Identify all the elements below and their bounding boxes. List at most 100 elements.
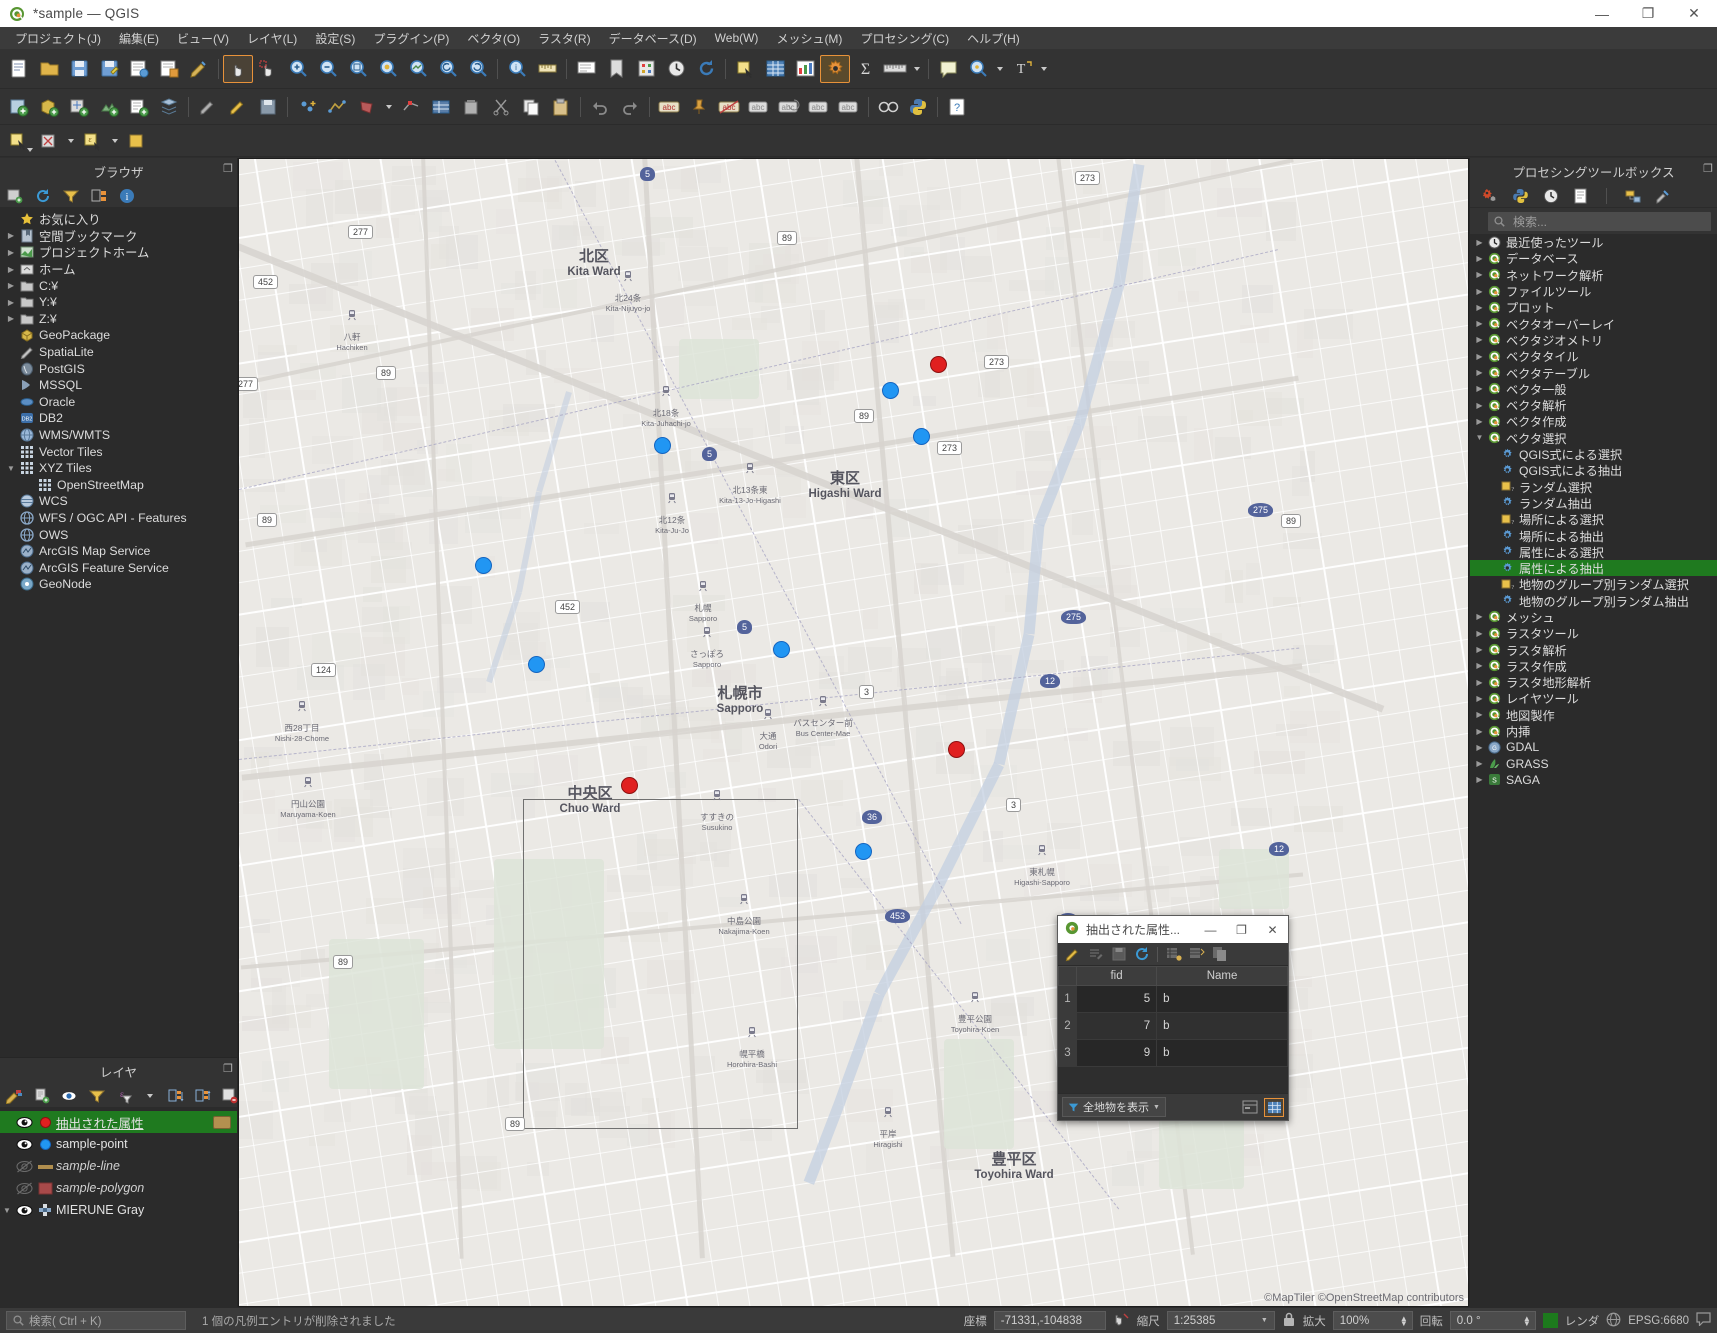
form-view-icon[interactable]: [1240, 1098, 1260, 1117]
table-row[interactable]: 15b: [1058, 985, 1288, 1013]
messages-icon[interactable]: [1696, 1312, 1711, 1329]
collapse-all-icon[interactable]: [195, 1087, 211, 1104]
invert-selection-icon[interactable]: [1186, 945, 1207, 964]
menu-item-0[interactable]: プロジェクト(J): [6, 28, 110, 49]
label-properties-button[interactable]: abc: [834, 93, 864, 121]
processing-item-23[interactable]: ▶ メッシュ: [1470, 609, 1717, 625]
browser-item-17[interactable]: WCS: [0, 493, 237, 510]
browser-item-10[interactable]: MSSQL: [0, 377, 237, 394]
processing-item-20[interactable]: 属性による抽出: [1470, 559, 1717, 577]
map-point-extracted-feature[interactable]: [948, 741, 965, 758]
history-icon[interactable]: [1542, 187, 1559, 204]
attribute-table-dialog[interactable]: 抽出された属性... — ❐ ✕ fid Name 15b27b39b 全地物を…: [1057, 915, 1289, 1121]
processing-item-4[interactable]: ▶ プロット: [1470, 299, 1717, 315]
map-point-extracted-feature[interactable]: [930, 356, 947, 373]
visibility-unchecked-icon[interactable]: [14, 1182, 34, 1195]
cell-name[interactable]: b: [1156, 985, 1288, 1013]
visibility-checked-icon[interactable]: [14, 1116, 34, 1129]
text-annotation-button[interactable]: [933, 55, 963, 83]
zoom-next-button[interactable]: [463, 55, 493, 83]
chevron-down-icon[interactable]: ▼: [1473, 433, 1486, 442]
scale-combobox[interactable]: 1:25385 ▼: [1166, 1311, 1275, 1330]
new-project-button[interactable]: [4, 55, 34, 83]
cell-fid[interactable]: 5: [1075, 985, 1158, 1013]
chevron-right-icon[interactable]: ▶: [1473, 645, 1486, 654]
toggle-editing-button[interactable]: [223, 93, 253, 121]
browser-item-16[interactable]: OpenStreetMap: [0, 477, 237, 494]
menu-item-11[interactable]: プロセシング(C): [851, 28, 958, 49]
menu-item-6[interactable]: ベクタ(O): [458, 28, 529, 49]
processing-item-12[interactable]: ▼ ベクタ選択: [1470, 430, 1717, 446]
processing-item-13[interactable]: QGIS式による選択: [1470, 446, 1717, 462]
map-canvas-container[interactable]: 札幌市 Sapporo 東区 Higashi Ward 北区 Kita Ward 中央区 Ch…: [238, 158, 1469, 1307]
redo-button[interactable]: [615, 93, 645, 121]
browser-item-8[interactable]: SpatiaLite: [0, 344, 237, 361]
processing-item-19[interactable]: 属性による選択: [1470, 544, 1717, 560]
processing-item-6[interactable]: ▶ ベクタジオメトリ: [1470, 332, 1717, 348]
browser-item-20[interactable]: ArcGIS Map Service: [0, 543, 237, 560]
chevron-right-icon[interactable]: ▶: [1473, 694, 1486, 703]
browser-tree[interactable]: お気に入り ▶ 空間ブックマーク ▶ プロジェクトホーム ▶ ホーム ▶ C:¥ ▶ Y:¥ ▶ Z:¥…: [0, 208, 237, 1057]
rotate-label-button[interactable]: abc: [774, 93, 804, 121]
processing-item-27[interactable]: ▶ ラスタ地形解析: [1470, 674, 1717, 690]
visibility-unchecked-icon[interactable]: [14, 1160, 34, 1173]
identify-features-button[interactable]: i: [502, 55, 532, 83]
attr-maximize-button[interactable]: ❐: [1226, 916, 1257, 943]
browser-item-5[interactable]: ▶ Y:¥: [0, 294, 237, 311]
expression-filter-icon[interactable]: ε: [116, 1087, 132, 1104]
toggle-extents-icon[interactable]: [1113, 1312, 1130, 1330]
chevron-right-icon[interactable]: ▶: [4, 298, 18, 307]
browser-item-3[interactable]: ▶ ホーム: [0, 261, 237, 278]
processing-item-9[interactable]: ▶ ベクタ一般: [1470, 381, 1717, 397]
add-group-icon[interactable]: [34, 1087, 50, 1104]
open-project-button[interactable]: [34, 55, 64, 83]
map-point-sample-point[interactable]: [475, 557, 492, 574]
row-index[interactable]: 2: [1058, 1012, 1077, 1040]
processing-item-32[interactable]: ▶ GRASS: [1470, 756, 1717, 772]
add-raster-layer-button[interactable]: [94, 93, 124, 121]
chevron-right-icon[interactable]: ▶: [1473, 629, 1486, 638]
layer-item-0[interactable]: 抽出された属性: [0, 1111, 237, 1133]
select-all-icon[interactable]: [1163, 945, 1184, 964]
show-bookmarks-button[interactable]: [631, 55, 661, 83]
browser-item-9[interactable]: PostGIS: [0, 360, 237, 377]
cell-fid[interactable]: 9: [1075, 1039, 1158, 1067]
change-label-button[interactable]: abc: [804, 93, 834, 121]
edit-model-icon[interactable]: [1624, 187, 1641, 204]
chevron-down-icon[interactable]: ▼: [1261, 1317, 1268, 1324]
render-checkbox[interactable]: [1542, 1313, 1558, 1328]
delete-selected-button[interactable]: [456, 93, 486, 121]
chevron-right-icon[interactable]: ▶: [1473, 319, 1486, 328]
maximize-button[interactable]: ❐: [1625, 0, 1671, 27]
spinner-arrows-icon[interactable]: ▲ ▼: [1523, 1314, 1531, 1327]
processing-item-15[interactable]: ? ランダム選択: [1470, 478, 1717, 495]
visibility-checked-icon[interactable]: [14, 1204, 34, 1217]
chevron-right-icon[interactable]: ▶: [1473, 254, 1486, 263]
chevron-right-icon[interactable]: ▶: [1473, 287, 1486, 296]
summary-sigma-button[interactable]: Σ: [850, 55, 880, 83]
close-button[interactable]: ✕: [1671, 0, 1717, 27]
chevron-right-icon[interactable]: ▶: [1473, 417, 1486, 426]
show-hide-labels-button[interactable]: abc: [714, 93, 744, 121]
menu-item-9[interactable]: Web(W): [706, 29, 768, 47]
menu-item-1[interactable]: 編集(E): [110, 28, 168, 49]
layout-manager-button[interactable]: [154, 55, 184, 83]
chevron-right-icon[interactable]: ▶: [1473, 270, 1486, 279]
layer-item-2[interactable]: sample-line: [0, 1155, 237, 1177]
save-layer-edits-button[interactable]: [253, 93, 283, 121]
add-layer-icon[interactable]: [6, 187, 23, 204]
chevron-right-icon[interactable]: ▶: [1473, 401, 1486, 410]
chevron-right-icon[interactable]: ▶: [4, 248, 18, 257]
remove-layer-icon[interactable]: [222, 1087, 238, 1104]
pan-map-button[interactable]: [223, 54, 253, 83]
browser-item-7[interactable]: GeoPackage: [0, 327, 237, 344]
georeferencer-button[interactable]: [873, 93, 903, 121]
map-point-sample-point[interactable]: [855, 843, 872, 860]
menu-item-10[interactable]: メッシュ(M): [767, 28, 851, 49]
processing-item-31[interactable]: ▶ G GDAL: [1470, 739, 1717, 755]
select-expression-caret-icon[interactable]: [112, 138, 118, 143]
table-view-icon[interactable]: [1264, 1097, 1284, 1117]
zoom-in-button[interactable]: [283, 55, 313, 83]
zoom-last-button[interactable]: [433, 55, 463, 83]
spinner-arrows-icon[interactable]: ▲ ▼: [1400, 1314, 1408, 1327]
